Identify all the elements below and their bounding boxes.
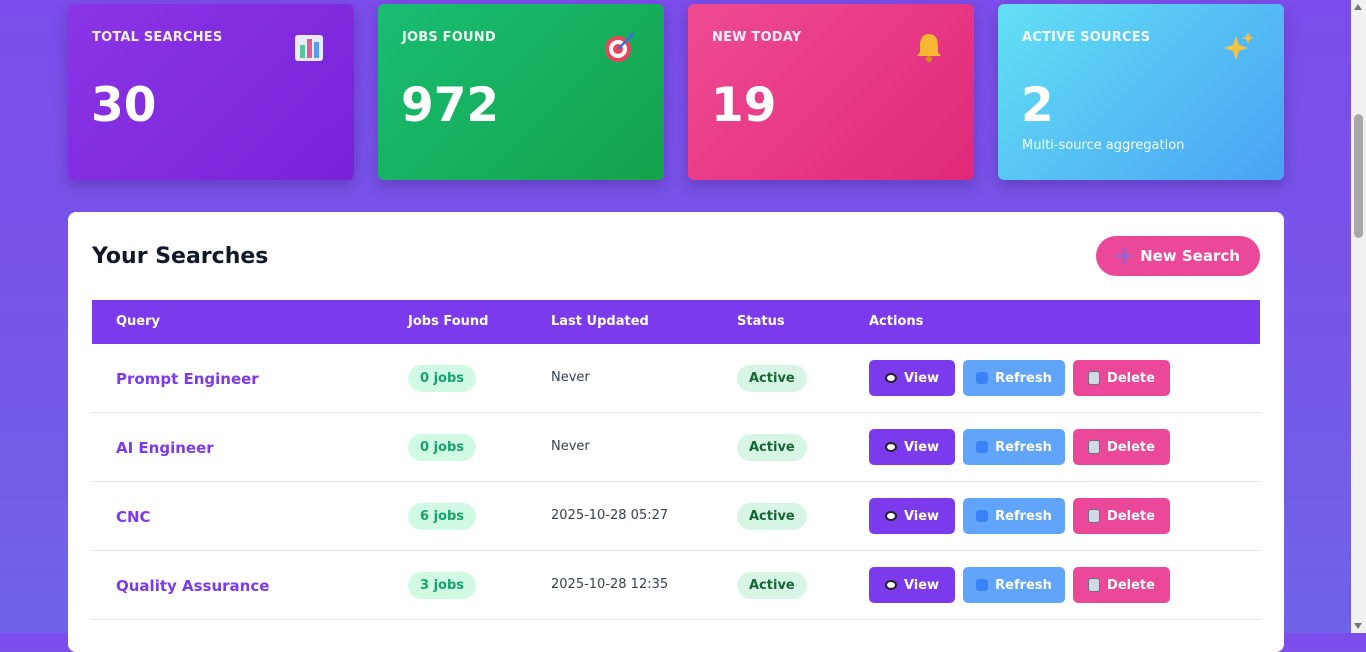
stat-label: TOTAL SEARCHES — [92, 30, 223, 45]
view-label: View — [903, 508, 940, 524]
stat-value: 972 — [401, 78, 500, 133]
eye-icon — [884, 442, 897, 452]
view-button[interactable]: View — [869, 429, 955, 465]
last-updated: 2025-10-28 12:35 — [551, 577, 669, 592]
refresh-label: Refresh — [995, 577, 1052, 593]
query-link[interactable]: AI Engineer — [116, 439, 214, 457]
eye-icon — [884, 580, 897, 590]
refresh-icon — [976, 510, 989, 522]
stat-label: JOBS FOUND — [402, 30, 496, 45]
refresh-button[interactable]: Refresh — [963, 498, 1065, 534]
plus-icon — [1116, 248, 1133, 264]
bell-icon — [917, 34, 941, 62]
trash-icon — [1088, 509, 1101, 523]
stat-card-active-sources: ACTIVE SOURCES 2 Multi-source aggregatio… — [998, 4, 1284, 180]
view-button[interactable]: View — [869, 567, 955, 603]
refresh-icon — [976, 441, 989, 453]
delete-label: Delete — [1107, 439, 1155, 455]
target-icon — [605, 33, 634, 62]
new-search-label: New Search — [1140, 247, 1240, 265]
refresh-button[interactable]: Refresh — [963, 360, 1065, 396]
status-badge: Active — [737, 365, 807, 392]
col-query: Query — [116, 314, 161, 329]
delete-button[interactable]: Delete — [1073, 567, 1170, 603]
view-label: View — [903, 370, 940, 386]
eye-icon — [884, 373, 897, 383]
stat-card-new-today: NEW TODAY 19 — [688, 4, 974, 180]
stats-row: TOTAL SEARCHES 30 JOBS FOUND 972 NEW TOD… — [68, 4, 1284, 180]
table-row: Quality Assurance 3 jobs 2025-10-28 12:3… — [92, 551, 1260, 620]
scroll-up-icon[interactable] — [1354, 4, 1362, 10]
page-title: Your Searches — [92, 244, 269, 269]
delete-button[interactable]: Delete — [1073, 429, 1170, 465]
searches-table: Query Jobs Found Last Updated Status Act… — [92, 300, 1260, 620]
view-button[interactable]: View — [869, 360, 955, 396]
trash-icon — [1088, 371, 1101, 385]
refresh-label: Refresh — [995, 439, 1052, 455]
col-last-updated: Last Updated — [551, 314, 649, 329]
col-status: Status — [737, 314, 785, 329]
scroll-down-icon[interactable] — [1354, 623, 1362, 629]
stat-sub: Multi-source aggregation — [1022, 138, 1185, 153]
table-row: Prompt Engineer 0 jobs Never Active View… — [92, 344, 1260, 413]
last-updated: 2025-10-28 05:27 — [551, 508, 669, 523]
bar-chart-icon — [295, 35, 323, 61]
status-badge: Active — [737, 434, 807, 461]
refresh-icon — [976, 372, 989, 384]
stat-label: ACTIVE SOURCES — [1022, 30, 1151, 45]
col-actions: Actions — [869, 314, 924, 329]
col-jobs-found: Jobs Found — [408, 314, 489, 329]
stat-value: 2 — [1021, 78, 1054, 133]
query-link[interactable]: CNC — [116, 508, 151, 526]
jobs-badge: 3 jobs — [408, 572, 477, 599]
last-updated: Never — [551, 370, 590, 385]
refresh-label: Refresh — [995, 508, 1052, 524]
refresh-button[interactable]: Refresh — [963, 429, 1065, 465]
delete-label: Delete — [1107, 508, 1155, 524]
refresh-label: Refresh — [995, 370, 1052, 386]
delete-label: Delete — [1107, 370, 1155, 386]
scroll-thumb[interactable] — [1354, 114, 1363, 238]
delete-button[interactable]: Delete — [1073, 498, 1170, 534]
trash-icon — [1088, 578, 1101, 592]
table-row: CNC 6 jobs 2025-10-28 05:27 Active View … — [92, 482, 1260, 551]
searches-panel: Your Searches New Search Query Jobs Foun… — [68, 212, 1284, 652]
status-badge: Active — [737, 572, 807, 599]
trash-icon — [1088, 440, 1101, 454]
stat-label: NEW TODAY — [712, 30, 802, 45]
last-updated: Never — [551, 439, 590, 454]
table-row: AI Engineer 0 jobs Never Active View Ref… — [92, 413, 1260, 482]
view-label: View — [903, 439, 940, 455]
refresh-button[interactable]: Refresh — [963, 567, 1065, 603]
view-button[interactable]: View — [869, 498, 955, 534]
sparkles-icon — [1224, 32, 1254, 60]
stat-card-jobs-found: JOBS FOUND 972 — [378, 4, 664, 180]
eye-icon — [884, 511, 897, 521]
stat-card-total-searches: TOTAL SEARCHES 30 — [68, 4, 354, 180]
stat-value: 19 — [711, 78, 777, 133]
delete-button[interactable]: Delete — [1073, 360, 1170, 396]
view-label: View — [903, 577, 940, 593]
query-link[interactable]: Prompt Engineer — [116, 370, 259, 388]
query-link[interactable]: Quality Assurance — [116, 577, 269, 595]
jobs-badge: 0 jobs — [408, 434, 477, 461]
status-badge: Active — [737, 503, 807, 530]
delete-label: Delete — [1107, 577, 1155, 593]
jobs-badge: 0 jobs — [408, 365, 477, 392]
page-scrollbar[interactable] — [1351, 0, 1366, 633]
refresh-icon — [976, 579, 989, 591]
jobs-badge: 6 jobs — [408, 503, 477, 530]
new-search-button[interactable]: New Search — [1096, 236, 1260, 276]
table-header: Query Jobs Found Last Updated Status Act… — [92, 300, 1260, 344]
stat-value: 30 — [91, 78, 157, 133]
